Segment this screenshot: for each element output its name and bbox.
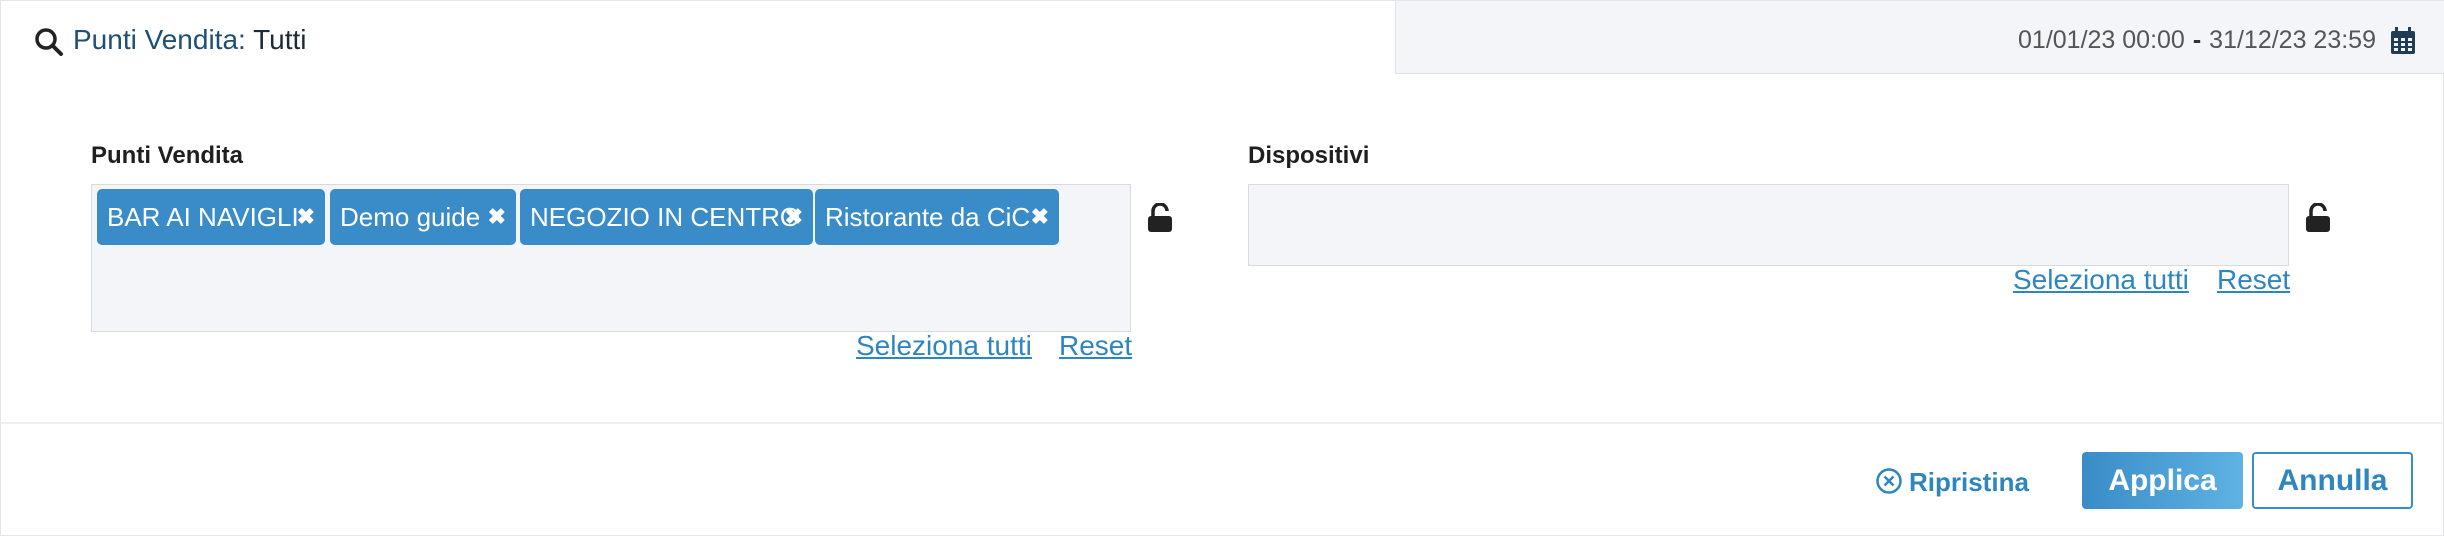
punti-vendita-label: Punti Vendita: [91, 142, 244, 169]
ripristina-label: Ripristina: [1909, 467, 2029, 497]
chip-ristorante-da-cic: Ristorante da CiC ✖: [815, 189, 1059, 245]
punti-vendita-select-all-link[interactable]: Seleziona tutti: [856, 330, 1032, 362]
chip-label: NEGOZIO IN CENTRO: [530, 202, 801, 232]
filter-summary-label: Punti Vendita:: [73, 24, 246, 55]
chip-bar-ai-navigli: BAR AI NAVIGLI ✖: [97, 189, 325, 245]
applica-button[interactable]: Applica: [2082, 452, 2243, 509]
chip-label: BAR AI NAVIGLI: [107, 202, 299, 232]
remove-icon[interactable]: ✖: [297, 189, 315, 245]
filter-summary: Punti Vendita: Tutti: [73, 23, 307, 57]
remove-icon[interactable]: ✖: [1031, 189, 1049, 245]
punti-vendita-reset-link[interactable]: Reset: [1059, 330, 1132, 362]
dispositivi-label: Dispositivi: [1248, 142, 1370, 169]
search-icon: [33, 26, 65, 58]
dispositivi-reset-link[interactable]: Reset: [2217, 264, 2290, 296]
dispositivi-select[interactable]: [1248, 184, 2289, 266]
remove-icon[interactable]: ✖: [488, 189, 506, 245]
lock-open-icon[interactable]: [1147, 202, 1173, 233]
filter-summary-value: Tutti: [253, 24, 307, 55]
chip-demo-guide: Demo guide ✖: [330, 189, 516, 245]
annulla-button[interactable]: Annulla: [2252, 452, 2413, 509]
date-range-text: 01/01/23 00:00-31/12/23 23:59: [2018, 25, 2376, 55]
chip-label: Ristorante da CiC: [825, 202, 1031, 232]
chip-label: Demo guide: [340, 202, 481, 232]
close-circle-icon: [1876, 468, 1902, 494]
chip-negozio-in-centro: NEGOZIO IN CENTRO ✖: [520, 189, 813, 245]
footer-divider: [1, 422, 2444, 424]
lock-open-icon[interactable]: [2305, 202, 2331, 233]
filter-summary-header[interactable]: Punti Vendita: Tutti: [1, 1, 1395, 77]
filter-panel: Punti Vendita: Tutti 01/01/23 00:00-31/1…: [0, 0, 2444, 536]
date-end: 31/12/23 23:59: [2209, 26, 2376, 54]
date-range-picker[interactable]: 01/01/23 00:00-31/12/23 23:59: [1395, 1, 2444, 74]
date-separator: -: [2192, 26, 2202, 54]
dispositivi-select-all-link[interactable]: Seleziona tutti: [2013, 264, 2189, 296]
calendar-icon[interactable]: [2390, 27, 2416, 55]
remove-icon[interactable]: ✖: [785, 189, 803, 245]
date-start: 01/01/23 00:00: [2018, 26, 2185, 54]
